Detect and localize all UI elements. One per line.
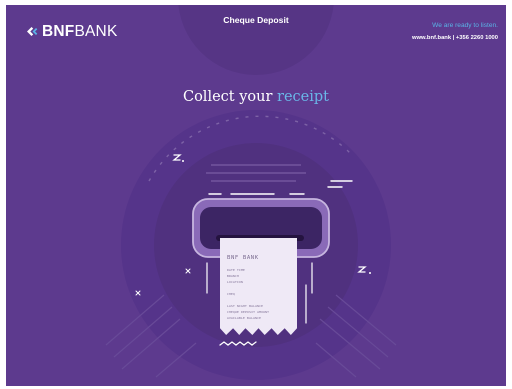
bnf-logo-icon	[27, 27, 38, 37]
heading-accent-text: receipt	[277, 89, 329, 105]
receipt-line: BRANCH	[227, 274, 240, 278]
tagline: We are ready to listen.	[432, 22, 498, 29]
receipt-line: DATE TIME	[227, 268, 246, 272]
receipt-bank-name: BNF BANK	[227, 255, 259, 261]
receipt-line: LOCATION	[227, 280, 244, 284]
receipt[interactable]: BNF BANK DATE TIME BRANCH LOCATION CHEQ …	[220, 238, 297, 335]
receipt-line: AVAILABLE BALANCE	[227, 316, 262, 320]
heading-text: Collect your	[182, 89, 273, 105]
logo-text: BNFBANK	[42, 24, 117, 40]
bnf-bank-logo[interactable]: BNFBANK	[26, 24, 117, 40]
collect-receipt-heading: Collect your receipt	[6, 90, 506, 105]
logo-light-text: BANK	[74, 23, 118, 40]
logo-bold-text: BNF	[42, 23, 75, 40]
page-title: Cheque Deposit	[223, 15, 289, 25]
receipt-line: LAST NIGHT BALANCE	[227, 304, 264, 308]
receipt-line: CHEQUE DEPOSIT AMOUNT	[227, 310, 270, 314]
receipt-line: CHEQ	[227, 292, 236, 296]
cheque-deposit-screen: BNFBANK Cheque Deposit We are ready to l…	[6, 5, 506, 386]
contact-info: www.bnf.bank | +356 2260 1000	[412, 35, 498, 41]
